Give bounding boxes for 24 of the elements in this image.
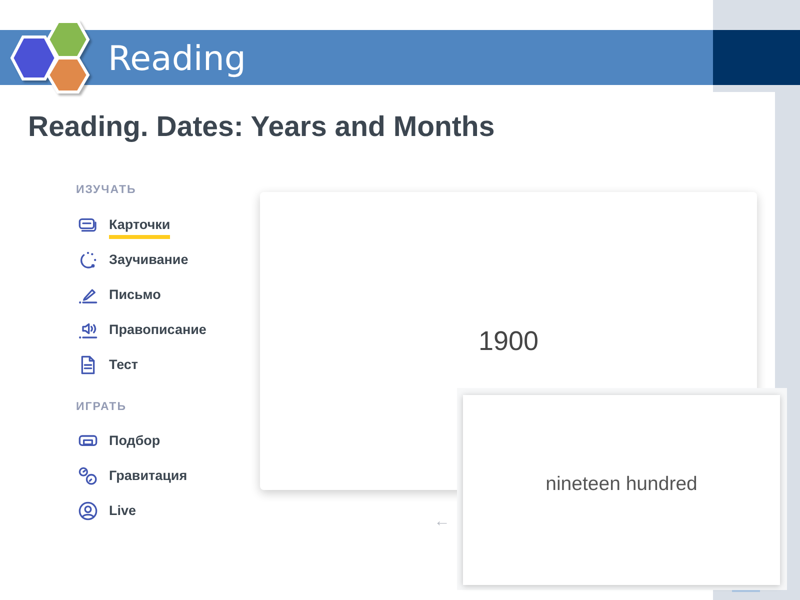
user-circle-icon xyxy=(78,500,98,520)
flashcard-term: 1900 xyxy=(478,324,539,358)
sidebar-item[interactable]: Письмо xyxy=(76,277,260,312)
dotted-circle-icon xyxy=(78,250,98,270)
sidebar-item-label: Гравитация xyxy=(109,467,188,485)
sidebar-item-label: Live xyxy=(109,502,136,520)
sidebar-item[interactable]: Правописание xyxy=(76,312,260,347)
sidebar-item-label: Тест xyxy=(109,356,138,374)
sidebar-item-label: Заучивание xyxy=(109,251,188,269)
circles-icon xyxy=(78,466,98,486)
section-label: ИГРАТЬ xyxy=(76,400,128,415)
sidebar-item-label: Подбор xyxy=(109,432,160,450)
sidebar-item-label: Письмо xyxy=(109,286,161,304)
sidebar-item[interactable]: Live xyxy=(76,493,260,528)
sidebar-item[interactable]: Карточки xyxy=(76,207,260,242)
sidebar-item[interactable]: Тест xyxy=(76,347,260,382)
section-label: ИЗУЧАТЬ xyxy=(76,183,138,198)
sidebar-item-label: Правописание xyxy=(109,321,206,339)
sidebar-item[interactable]: Гравитация xyxy=(76,458,260,493)
sidebar-item-label: Карточки xyxy=(109,210,170,239)
sidebar-item[interactable]: Заучивание xyxy=(76,242,260,277)
slide-title: Reading xyxy=(108,38,246,81)
set-title: Reading. Dates: Years and Months xyxy=(28,110,496,144)
sidebar-item[interactable]: Подбор xyxy=(76,423,260,458)
